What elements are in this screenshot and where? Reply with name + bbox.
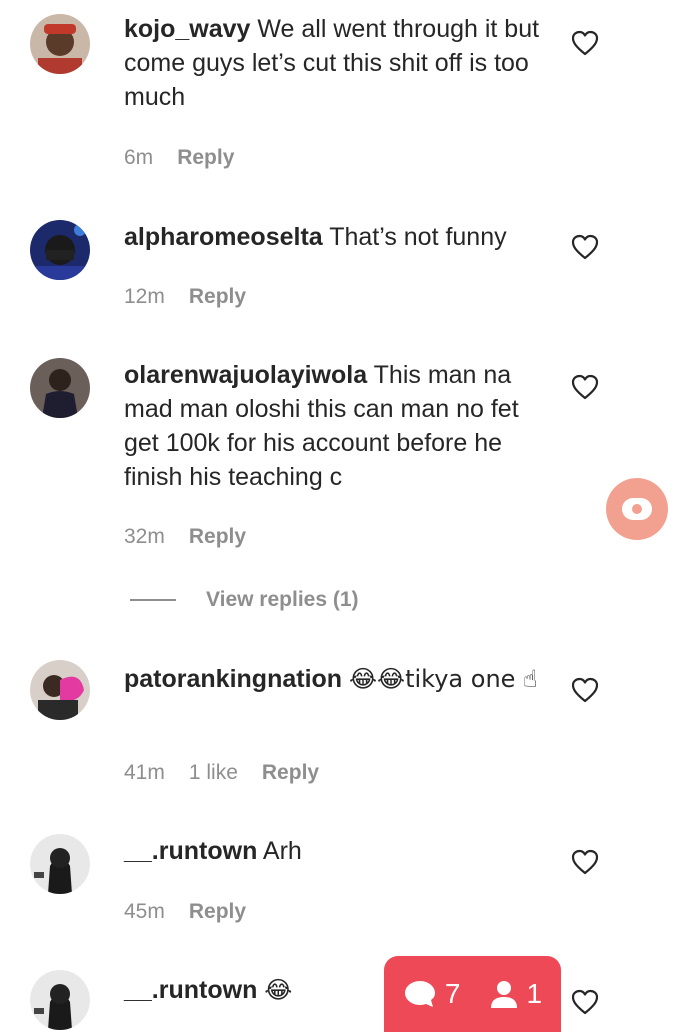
avatar[interactable] [30,14,90,74]
record-icon [622,498,652,520]
comment-text: patorankingnation 😂😂tikya one ☝ [124,662,544,696]
avatar[interactable] [30,660,90,720]
heart-icon[interactable] [571,677,599,703]
view-replies-button[interactable]: View replies (1) [130,588,359,612]
comment-count: 7 [444,978,461,1009]
comment-time: 6m [124,146,154,169]
follower-count: 1 [526,978,543,1009]
heart-icon[interactable] [571,30,599,56]
comment-bubble-icon [404,981,435,1007]
avatar[interactable] [30,358,90,418]
comment-body: That’s not funny [329,223,507,251]
heart-icon[interactable] [571,374,599,400]
reply-button[interactable]: Reply [262,761,319,785]
comment-text: olarenwajuolayiwola This man na mad man … [124,358,544,494]
comment-text: alpharomeoselta That’s not funny [124,220,544,254]
comment-text: __.runtown Arh [124,834,544,868]
avatar[interactable] [30,970,90,1030]
view-replies-label: View replies (1) [206,588,359,611]
reply-button[interactable]: Reply [189,900,246,924]
comment-time: 32m [124,525,165,548]
floating-record-button[interactable] [606,478,668,540]
comment-username[interactable]: __.runtown [124,837,257,865]
comment-username[interactable]: patorankingnation [124,665,342,693]
comment-time: 12m [124,285,165,308]
activity-notification-pill[interactable]: 7 1 [384,956,561,1032]
person-icon [490,981,517,1008]
comment-body: 😂 [264,976,293,1004]
comment-text: kojo_wavy We all went through it but com… [124,12,544,114]
comment-time: 41m [124,761,165,784]
comment-body: Arh [262,837,302,865]
reply-button[interactable]: Reply [189,525,246,549]
comment-username[interactable]: __.runtown [124,976,257,1004]
comments-stat: 7 [403,978,461,1010]
comment-username[interactable]: kojo_wavy [124,15,250,43]
reply-button[interactable]: Reply [189,285,246,309]
comment-body: 😂😂tikya one ☝ [349,665,538,693]
like-count[interactable]: 1 like [189,761,238,785]
comment-username[interactable]: olarenwajuolayiwola [124,361,367,389]
followers-stat: 1 [489,978,543,1010]
comment-username[interactable]: alpharomeoselta [124,223,323,251]
avatar[interactable] [30,220,90,280]
reply-button[interactable]: Reply [177,146,234,170]
view-replies-line [130,599,176,601]
heart-icon[interactable] [571,849,599,875]
comment-time: 45m [124,900,165,923]
heart-icon[interactable] [571,989,599,1015]
heart-icon[interactable] [571,234,599,260]
avatar[interactable] [30,834,90,894]
